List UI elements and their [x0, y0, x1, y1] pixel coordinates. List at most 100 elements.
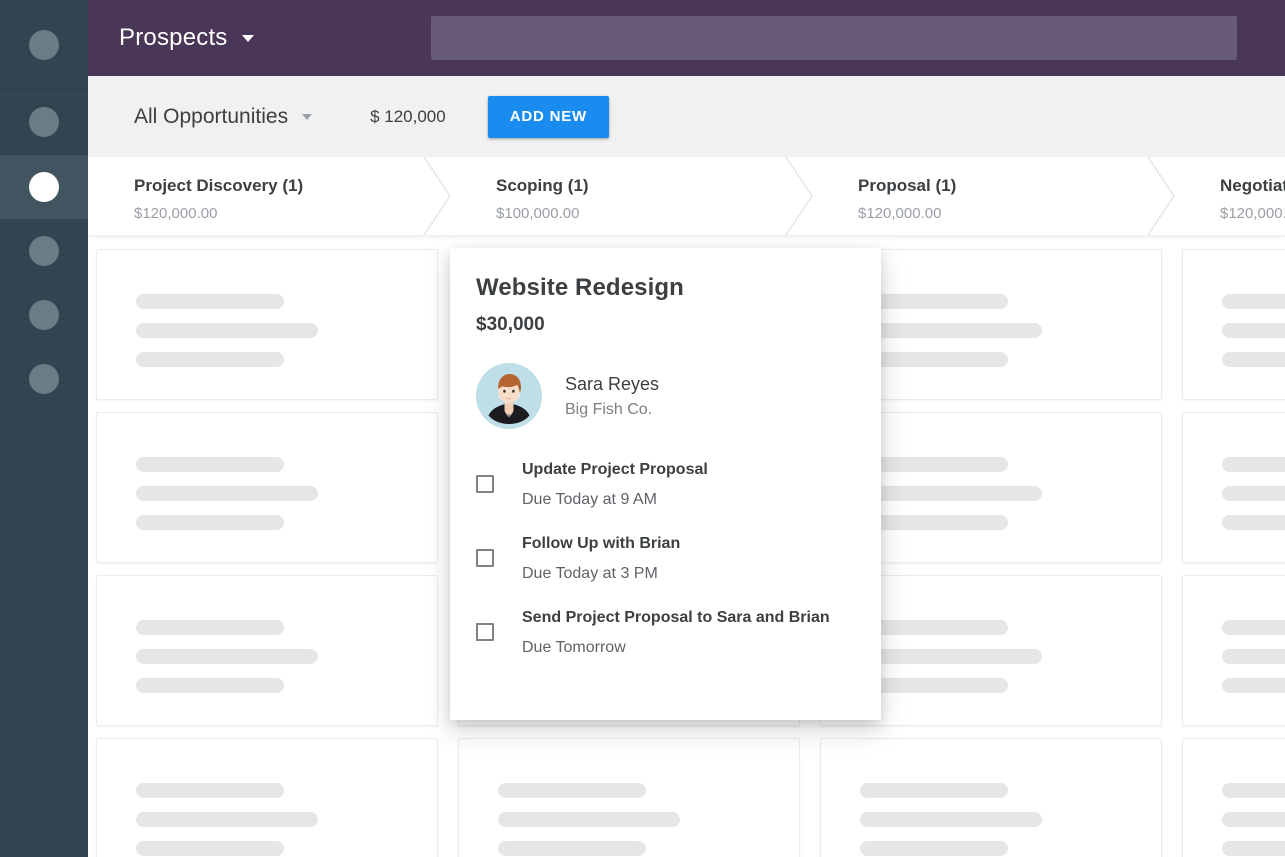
opportunity-card-skeleton[interactable] [820, 738, 1162, 857]
skeleton-bar [1222, 649, 1285, 664]
sidebar-item-2[interactable] [0, 90, 88, 154]
opportunity-card-skeleton[interactable] [96, 575, 438, 726]
task-list: Update Project Proposal Due Today at 9 AM… [476, 461, 851, 657]
skeleton-bar [136, 649, 318, 664]
page-title: Prospects [119, 24, 228, 51]
skeleton-bar [1222, 620, 1285, 635]
task-due-date: Due Tomorrow [522, 639, 626, 656]
skeleton-bar [498, 812, 680, 827]
app-header: Prospects [88, 0, 1285, 76]
task-row[interactable]: Follow Up with Brian Due Today at 3 PM [476, 535, 851, 583]
opportunity-card-skeleton[interactable] [1182, 412, 1285, 563]
task-text: Update Project Proposal Due Today at 9 AM [522, 461, 708, 509]
stage-name: Negotiati [1220, 176, 1285, 195]
opportunity-card-skeleton[interactable] [458, 738, 800, 857]
add-new-button[interactable]: ADD NEW [487, 95, 609, 138]
task-checkbox[interactable] [476, 623, 494, 641]
person-avatar [476, 363, 542, 429]
skeleton-bar [1222, 812, 1285, 827]
opportunity-card-skeleton[interactable] [96, 249, 438, 400]
stage-amount: $120,000. [1220, 205, 1285, 222]
sidebar-item-5[interactable] [0, 283, 88, 347]
skeleton-bar [1222, 515, 1285, 530]
skeleton-bar [860, 294, 1008, 309]
contact-text: Sara Reyes Big Fish Co. [565, 374, 659, 419]
circle-icon [29, 172, 59, 202]
skeleton-bar [136, 783, 284, 798]
circle-icon [29, 107, 59, 137]
sidebar-item-4[interactable] [0, 219, 88, 283]
skeleton-bar [1222, 294, 1285, 309]
opportunity-card-skeleton[interactable] [1182, 249, 1285, 400]
caret-down-icon[interactable] [302, 113, 313, 120]
skeleton-bar [860, 515, 1008, 530]
skeleton-bar [136, 352, 284, 367]
opportunity-title: Website Redesign [476, 274, 684, 301]
skeleton-bar [136, 457, 284, 472]
task-checkbox[interactable] [476, 549, 494, 567]
opportunity-filter-dropdown[interactable]: All Opportunities [134, 104, 313, 129]
stage-header[interactable]: Negotiati $120,000. [1174, 157, 1285, 235]
skeleton-bar [1222, 323, 1285, 338]
stage-header[interactable]: Scoping (1) $100,000.00 [450, 157, 589, 235]
contact-row[interactable]: Sara Reyes Big Fish Co. [476, 363, 851, 429]
stage-header-row: Project Discovery (1) $120,000.00 Scoping … [88, 157, 1285, 235]
skeleton-bar [136, 620, 284, 635]
sidebar-item-3[interactable] [0, 155, 88, 219]
task-text: Send Project Proposal to Sara and Brian D… [522, 609, 830, 657]
opportunity-card-skeleton[interactable] [1182, 738, 1285, 857]
task-row[interactable]: Update Project Proposal Due Today at 9 AM [476, 461, 851, 509]
search-input[interactable] [431, 16, 1237, 60]
skeleton-bar [860, 783, 1008, 798]
stage-header[interactable]: Proposal (1) $120,000.00 [812, 157, 956, 235]
skeleton-bar [860, 323, 1042, 338]
stage-amount: $120,000.00 [134, 205, 218, 222]
caret-down-icon[interactable] [241, 34, 254, 42]
circle-icon [29, 236, 59, 266]
task-row[interactable]: Send Project Proposal to Sara and Brian D… [476, 609, 851, 657]
contact-company: Big Fish Co. [565, 400, 653, 418]
opportunity-filter-label: All Opportunities [134, 104, 289, 128]
skeleton-bar [136, 812, 318, 827]
skeleton-bar [860, 841, 1008, 856]
skeleton-bar [1222, 352, 1285, 367]
sidebar-item-6[interactable] [0, 347, 88, 411]
task-due-date: Due Today at 9 AM [522, 491, 657, 508]
skeleton-bar [136, 515, 284, 530]
skeleton-bar [860, 486, 1042, 501]
skeleton-bar [498, 783, 646, 798]
sidebar [0, 0, 88, 857]
skeleton-bar [1222, 678, 1285, 693]
skeleton-bar [860, 678, 1008, 693]
skeleton-bar [1222, 783, 1285, 798]
stage-chevron-icon [784, 157, 814, 235]
skeleton-bar [1222, 457, 1285, 472]
task-checkbox[interactable] [476, 475, 494, 493]
opportunity-amount: $30,000 [476, 314, 545, 335]
skeleton-bar [860, 457, 1008, 472]
stage-amount: $120,000.00 [858, 205, 942, 222]
circle-icon [29, 300, 59, 330]
app-root: Prospects All Opportunities $ 120,000 AD… [0, 0, 1285, 857]
skeleton-bar [136, 323, 318, 338]
stage-chevron-icon [422, 157, 452, 235]
total-amount-label: $ 120,000 [370, 106, 446, 126]
skeleton-bar [860, 352, 1008, 367]
skeleton-bar [860, 649, 1042, 664]
opportunity-card-skeleton[interactable] [96, 412, 438, 563]
task-title: Update Project Proposal [522, 461, 708, 478]
app-title-dropdown[interactable]: Prospects [88, 24, 254, 52]
stage-amount: $100,000.00 [496, 205, 580, 222]
stage-header[interactable]: Project Discovery (1) $120,000.00 [88, 157, 303, 235]
skeleton-bar [136, 486, 318, 501]
skeleton-bar [136, 294, 284, 309]
opportunity-card-skeleton[interactable] [1182, 575, 1285, 726]
opportunity-detail-popup[interactable]: Website Redesign $30,000 Sara Reyes Big … [450, 248, 881, 720]
task-text: Follow Up with Brian Due Today at 3 PM [522, 535, 680, 583]
skeleton-bar [136, 841, 284, 856]
contact-name: Sara Reyes [565, 373, 660, 394]
stage-chevron-icon [1146, 157, 1176, 235]
opportunity-card-skeleton[interactable] [96, 738, 438, 857]
skeleton-bar [498, 841, 646, 856]
sidebar-item-1[interactable] [0, 0, 88, 89]
